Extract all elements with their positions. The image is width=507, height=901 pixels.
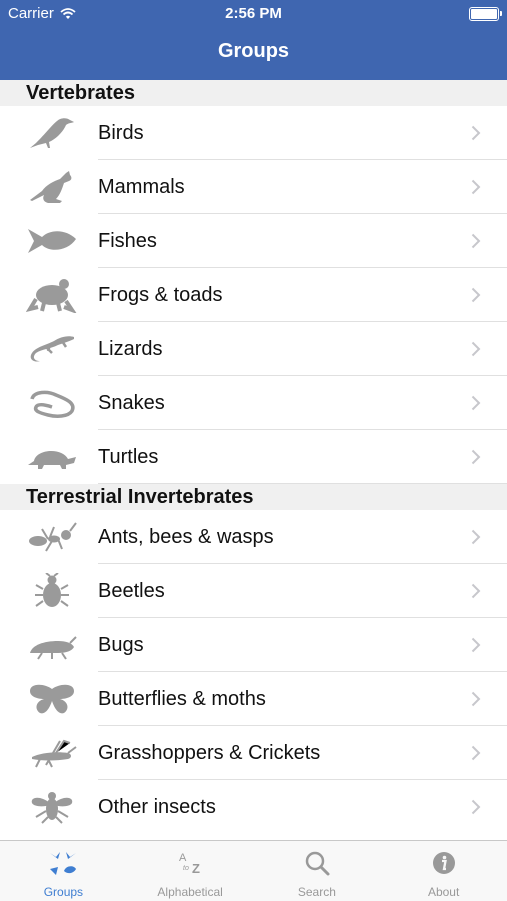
tab-label: Alphabetical [157,885,223,899]
list-item-label: Butterflies & moths [98,688,266,710]
navigation-bar: Carrier 2:56 PM Groups [0,0,507,80]
list-item-label: Fishes [98,230,157,252]
tab-groups[interactable]: Groups [0,841,127,901]
kangaroo-icon [30,171,72,203]
chevron-right-icon [471,529,481,545]
list-item-label: Beetles [98,580,165,602]
section-header-terrestrial-invertebrates: Terrestrial Invertebrates [0,484,507,510]
list-item-mammals[interactable]: Mammals [0,160,507,214]
tab-bar: Groups A to Z Alphabetical Search About [0,840,507,901]
groups-list[interactable]: Vertebrates Birds Mammals Fishes Frogs &… [0,80,507,840]
status-bar: Carrier 2:56 PM [0,5,507,25]
groups-icon [50,852,77,875]
section-header-vertebrates: Vertebrates [0,80,507,106]
list-item-beetles[interactable]: Beetles [0,564,507,618]
chevron-right-icon [471,287,481,303]
chevron-right-icon [471,637,481,653]
tab-about[interactable]: About [380,841,507,901]
snake-icon [30,390,75,418]
chevron-right-icon [471,179,481,195]
info-icon [432,852,455,874]
row-divider [98,483,507,484]
chevron-right-icon [471,233,481,249]
a-to-z-icon: A to Z [179,852,200,876]
insect-icon [31,792,73,824]
list-item-butterflies-moths[interactable]: Butterflies & moths [0,672,507,726]
chevron-right-icon [471,799,481,815]
tab-alphabetical[interactable]: A to Z Alphabetical [127,841,254,901]
svg-text:Z: Z [192,861,200,876]
list-item-ants-bees-wasps[interactable]: Ants, bees & wasps [0,510,507,564]
chevron-right-icon [471,691,481,707]
list-item-turtles[interactable]: Turtles [0,430,507,484]
list-item-grasshoppers-crickets[interactable]: Grasshoppers & Crickets [0,726,507,780]
list-item-label: Bugs [98,634,144,656]
page-title: Groups [217,40,290,62]
battery-icon [469,7,502,21]
list-item-label: Birds [98,122,144,144]
bird-icon [30,118,74,148]
butterfly-icon [30,684,74,714]
list-item-label: Other insects [98,796,216,818]
fish-icon [28,229,76,253]
ant-icon [29,522,77,552]
chevron-right-icon [471,745,481,761]
lizard-icon [30,336,74,362]
chevron-right-icon [471,583,481,599]
tab-label: Groups [43,885,84,899]
list-item-label: Frogs & toads [98,284,223,306]
list-item-label: Lizards [98,338,163,360]
list-item-label: Mammals [98,176,185,198]
svg-text:to: to [183,865,189,872]
list-item-label: Turtles [98,446,159,468]
chevron-right-icon [471,125,481,141]
bug-icon [30,636,77,660]
grasshopper-icon [32,739,77,768]
list-item-other-insects[interactable]: Other insects [0,780,507,834]
turtle-icon [28,450,76,469]
list-item-lizards[interactable]: Lizards [0,322,507,376]
search-icon [305,851,330,876]
tab-label: About [427,885,460,899]
clock: 2:56 PM [225,5,282,22]
list-item-fishes[interactable]: Fishes [0,214,507,268]
list-item-label: Ants, bees & wasps [98,526,274,548]
list-item-frogs-toads[interactable]: Frogs & toads [0,268,507,322]
tab-search[interactable]: Search [254,841,381,901]
beetle-icon [35,573,69,607]
list-item-label: Snakes [98,392,165,414]
list-item-bugs[interactable]: Bugs [0,618,507,672]
svg-text:A: A [179,852,187,864]
chevron-right-icon [471,449,481,465]
tab-label: Search [297,885,336,899]
frog-icon [26,279,77,313]
list-item-snakes[interactable]: Snakes [0,376,507,430]
chevron-right-icon [471,341,481,357]
chevron-right-icon [471,395,481,411]
list-item-label: Grasshoppers & Crickets [98,742,321,764]
list-item-birds[interactable]: Birds [0,106,507,160]
